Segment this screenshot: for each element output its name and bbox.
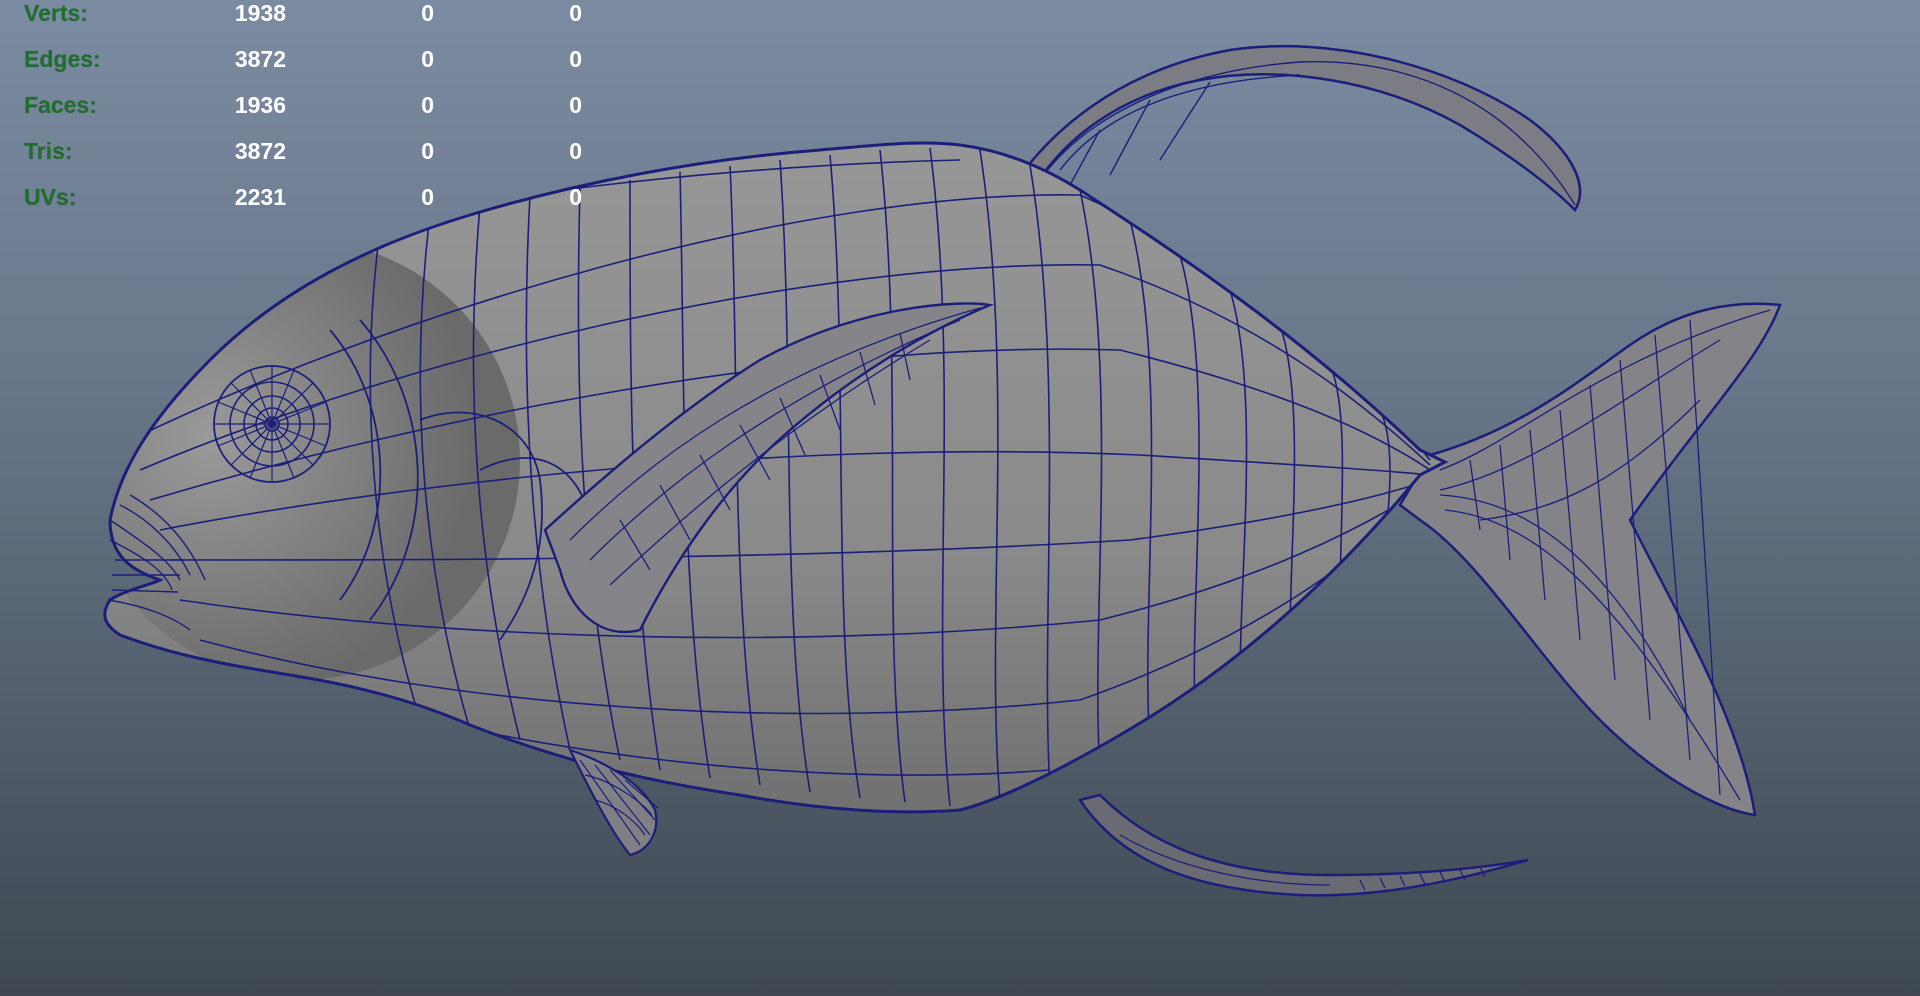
hud-value-selected: 0	[421, 138, 434, 164]
3d-viewport[interactable]: Verts: 1938 0 0 Edges: 3872 0 0 Faces: 1…	[0, 0, 1920, 996]
hud-label: UVs:	[24, 184, 77, 210]
tail-fin	[1398, 302, 1782, 817]
hud-value-total: 1938	[234, 0, 286, 26]
hud-value-component: 0	[569, 92, 582, 118]
hud-value-selected: 0	[421, 92, 434, 118]
anal-fin-ray	[1077, 793, 1529, 897]
heads-up-display: Verts: 1938 0 0 Edges: 3872 0 0 Faces: 1…	[0, 0, 620, 220]
eye-mesh	[213, 365, 331, 483]
hud-label: Tris:	[24, 138, 73, 164]
hud-value-total: 3872	[234, 138, 286, 164]
hud-row-edges: Edges: 3872 0 0	[0, 46, 620, 86]
hud-value-component: 0	[569, 46, 582, 72]
hud-value-selected: 0	[421, 184, 434, 210]
hud-value-component: 0	[569, 0, 582, 26]
hud-value-selected: 0	[421, 0, 434, 26]
hud-value-selected: 0	[421, 46, 434, 72]
hud-value-total: 1936	[234, 92, 286, 118]
hud-value-component: 0	[569, 184, 582, 210]
hud-row-tris: Tris: 3872 0 0	[0, 138, 620, 178]
hud-label: Verts:	[24, 0, 88, 26]
hud-row-uvs: UVs: 2231 0 0	[0, 184, 620, 224]
hud-value-component: 0	[569, 138, 582, 164]
hud-label: Faces:	[24, 92, 97, 118]
hud-label: Edges:	[24, 46, 101, 72]
hud-value-total: 3872	[234, 46, 286, 72]
hud-row-verts: Verts: 1938 0 0	[0, 0, 620, 40]
hud-value-total: 2231	[234, 184, 286, 210]
hud-row-faces: Faces: 1936 0 0	[0, 92, 620, 132]
dorsal-fin-ray	[1007, 44, 1582, 213]
